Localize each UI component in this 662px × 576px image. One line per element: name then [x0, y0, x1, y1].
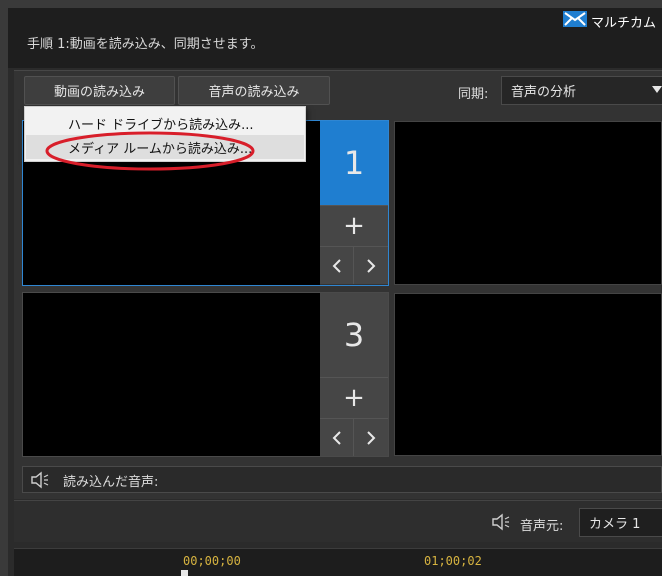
plus-icon: +	[343, 211, 365, 241]
import-video-button[interactable]: 動画の読み込み	[24, 76, 175, 105]
window-frame-top	[0, 0, 662, 8]
camera-1-next-button[interactable]	[354, 246, 388, 284]
app-title-label: マルチカム	[591, 15, 657, 31]
camera-4-preview[interactable]	[394, 293, 662, 456]
sync-method-select[interactable]: 音声の分析	[501, 76, 662, 105]
app-title: マルチカム	[563, 10, 656, 32]
highlight-annotation-ring	[45, 131, 255, 171]
window-frame-left	[0, 0, 8, 576]
timeline-ruler[interactable]	[14, 548, 662, 576]
camera-2-preview[interactable]	[394, 121, 662, 285]
chevron-left-icon	[332, 258, 341, 273]
chevron-right-icon	[367, 430, 376, 445]
chevron-right-icon	[367, 258, 376, 273]
import-audio-button[interactable]: 音声の読み込み	[178, 76, 330, 105]
step-instruction: 手順 1:動画を読み込み、同期させます。	[27, 37, 264, 52]
camera-3-number: 3	[320, 293, 388, 377]
camera-1-prev-button[interactable]	[320, 246, 354, 284]
plus-icon: +	[343, 383, 365, 413]
audio-source-label: 音声元:	[520, 519, 564, 534]
sync-label: 同期:	[458, 87, 489, 102]
chevron-left-icon	[332, 430, 341, 445]
playhead-handle[interactable]	[181, 570, 188, 576]
audio-source-select[interactable]: カメラ 1	[579, 508, 662, 537]
camera-3-next-button[interactable]	[354, 418, 388, 456]
multicam-logo-icon	[563, 11, 587, 31]
caret-down-icon[interactable]	[652, 86, 662, 93]
timecode-label: 01;00;02	[424, 554, 482, 568]
camera-1-add-button[interactable]: +	[320, 205, 388, 246]
loaded-audio-label: 読み込んだ音声:	[63, 475, 159, 490]
speaker-icon	[492, 513, 510, 531]
audio-source-row	[14, 500, 662, 542]
camera-3-add-button[interactable]: +	[320, 377, 388, 418]
timecode-label: 00;00;00	[183, 554, 241, 568]
camera-3-preview	[23, 293, 320, 456]
audio-source-value: カメラ 1	[589, 517, 641, 532]
camera-3-prev-button[interactable]	[320, 418, 354, 456]
speaker-icon	[31, 471, 49, 489]
sync-method-value: 音声の分析	[511, 85, 577, 100]
camera-1-number: 1	[320, 121, 388, 205]
